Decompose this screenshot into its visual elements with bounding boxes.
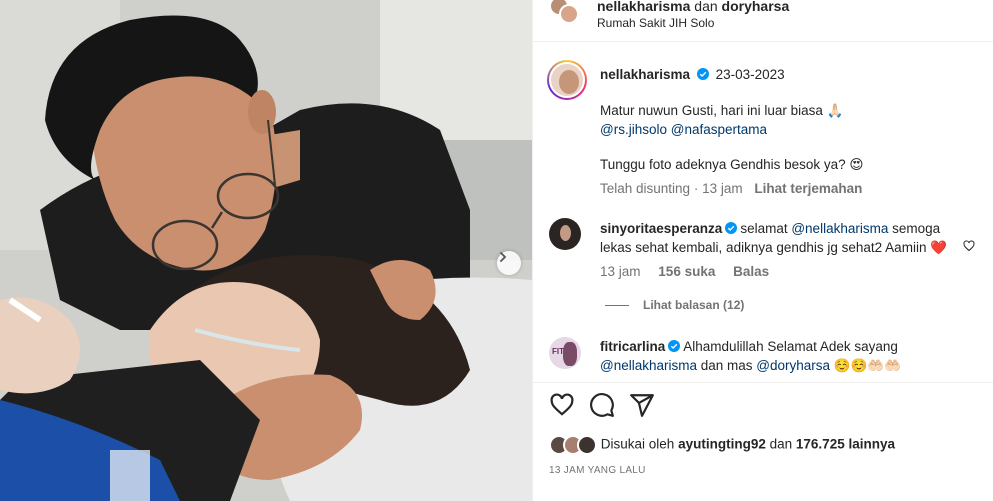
view-replies-link[interactable]: Lihat balasan (12) [605, 298, 744, 312]
post-timestamp: 13 JAM YANG LALU [549, 465, 646, 476]
comment-icon[interactable] [589, 392, 615, 418]
caption-line1: Matur nuwun Gusti, hari ini luar biasa 🙏… [600, 103, 844, 118]
mention-link[interactable]: @rs.jihsolo [600, 122, 667, 137]
mention-link[interactable]: @nellakharisma [791, 221, 888, 236]
see-translation-link[interactable]: Lihat terjemahan [754, 181, 862, 196]
mention-link[interactable]: @nellakharisma [600, 358, 697, 373]
header-user1-link[interactable]: nellakharisma [597, 0, 690, 14]
likes-summary[interactable]: Disukai oleh ayutingting92 dan 176.725 l… [549, 435, 895, 455]
comment-body: sinyoritaesperanza selamat @nellakharisma… [600, 219, 975, 257]
collab-avatars[interactable] [549, 0, 581, 32]
comment-time: 13 jam [600, 264, 641, 279]
header-joiner: dan [694, 0, 718, 14]
comment-avatar[interactable]: FITRI [549, 337, 581, 369]
comment-text: ☺️☺️🤲🏻🤲🏻 [830, 358, 902, 373]
post-header: nellakharisma dan doryharsa Rumah Sakit … [533, 0, 993, 42]
likes-joiner: dan [769, 436, 793, 452]
location-link[interactable]: Rumah Sakit JIH Solo [597, 16, 714, 30]
caption-time: 13 jam [702, 181, 743, 196]
comment-username[interactable]: sinyoritaesperanza [600, 221, 722, 236]
caption-line2: Tunggu foto adeknya Gendhis besok ya? 😍 [600, 157, 864, 172]
caption-mentions: @rs.jihsolo @nafaspertama [600, 122, 767, 137]
comment-text: Alhamdulillah Selamat Adek sayang [683, 339, 898, 354]
mention-link[interactable]: @nafaspertama [671, 122, 767, 137]
comment-body: fitricarlina Alhamdulillah Selamat Adek s… [600, 337, 975, 375]
edited-label: Telah disunting [600, 181, 691, 196]
caption-header: nellakharisma 23-03-2023 [600, 67, 785, 82]
verified-icon [668, 340, 681, 352]
verified-icon [725, 222, 738, 234]
replies-divider [605, 305, 629, 307]
verified-icon [696, 68, 709, 80]
comment-username[interactable]: fitricarlina [600, 339, 665, 354]
avatar [577, 435, 597, 455]
likes-prefix: Disukai oleh [600, 436, 675, 452]
post-actions-bar: Disukai oleh ayutingting92 dan 176.725 l… [533, 382, 993, 501]
comment-like-count[interactable]: 156 suka [658, 264, 715, 279]
caption-date: 23-03-2023 [715, 67, 785, 82]
collab-usernames: nellakharisma dan doryharsa [597, 0, 789, 14]
heart-icon[interactable] [549, 392, 575, 418]
post-photo[interactable] [0, 0, 532, 501]
photo-illustration [0, 0, 532, 501]
chevron-right-icon [500, 252, 507, 262]
comment-text: dan mas [697, 358, 757, 373]
caption-meta: Telah disunting · 13 jam Lihat terjemaha… [600, 181, 863, 196]
comment-avatar[interactable] [549, 218, 581, 250]
heart-icon[interactable] [963, 240, 975, 252]
header-user2-link[interactable]: doryharsa [722, 0, 790, 14]
share-icon[interactable] [629, 392, 655, 418]
mention-link[interactable]: @doryharsa [756, 358, 830, 373]
view-replies-label: Lihat balasan (12) [643, 298, 745, 312]
comment-meta: 13 jam 156 suka Balas [600, 264, 769, 279]
caption-avatar[interactable] [547, 60, 587, 100]
reply-button[interactable]: Balas [733, 264, 769, 279]
comment-text: selamat [740, 221, 792, 236]
avatar [559, 4, 579, 24]
liker-username-link[interactable]: ayutingting92 [678, 437, 766, 452]
caption-username[interactable]: nellakharisma [600, 67, 690, 82]
likers-avatars [549, 435, 597, 455]
carousel-next-button[interactable] [497, 251, 521, 275]
likes-count-link[interactable]: 176.725 lainnya [796, 437, 895, 452]
avatar [549, 62, 585, 98]
post-side-panel: nellakharisma dan doryharsa Rumah Sakit … [532, 0, 993, 501]
